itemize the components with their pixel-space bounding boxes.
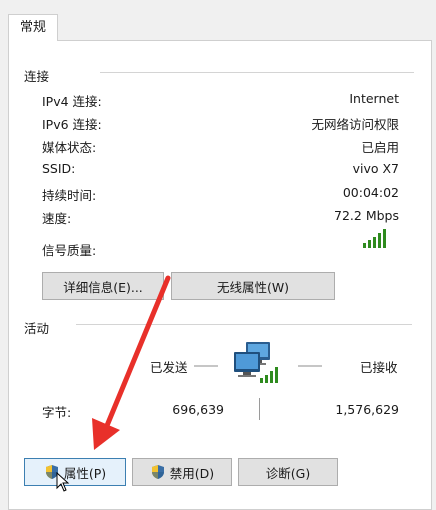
disable-button-label: 禁用(D) bbox=[169, 465, 215, 481]
wireless-properties-button-label: 无线属性(W) bbox=[216, 279, 290, 295]
ipv4-value: Internet bbox=[349, 91, 399, 106]
received-label: 已接收 bbox=[360, 360, 398, 375]
disable-button[interactable]: 禁用(D) bbox=[132, 458, 232, 486]
speed-label: 速度: bbox=[42, 211, 72, 226]
properties-button-label: 属性(P) bbox=[63, 465, 107, 481]
duration-value: 00:04:02 bbox=[342, 185, 399, 200]
details-button[interactable]: 详细信息(E)... bbox=[42, 272, 164, 300]
activity-group-line bbox=[76, 324, 412, 325]
signal-strength-icon bbox=[363, 229, 386, 248]
signal-quality-label: 信号质量: bbox=[42, 243, 97, 258]
details-button-label: 详细信息(E)... bbox=[63, 279, 143, 295]
tab-general[interactable]: 常规 bbox=[8, 14, 58, 41]
bytes-sent-value: 696,639 bbox=[172, 402, 224, 417]
ipv6-label: IPv6 连接: bbox=[42, 117, 102, 132]
ssid-value: vivo X7 bbox=[352, 161, 399, 176]
wifi-status-dialog: 常规 连接 IPv4 连接: Internet IPv6 连接: 无网络访问权限… bbox=[0, 0, 436, 510]
ssid-label: SSID: bbox=[42, 161, 76, 176]
properties-button[interactable]: 属性(P) bbox=[24, 458, 126, 486]
network-computers-icon bbox=[234, 342, 278, 383]
connection-group-title: 连接 bbox=[24, 69, 50, 84]
sent-connector-line bbox=[194, 365, 218, 367]
media-state-label: 媒体状态: bbox=[42, 140, 97, 155]
ipv6-value: 无网络访问权限 bbox=[311, 117, 399, 132]
media-state-value: 已启用 bbox=[361, 140, 399, 155]
tab-general-label: 常规 bbox=[19, 20, 46, 35]
wireless-properties-button[interactable]: 无线属性(W) bbox=[171, 272, 335, 300]
sent-label: 已发送 bbox=[150, 360, 188, 375]
diagnose-button-label: 诊断(G) bbox=[265, 465, 311, 481]
uac-shield-icon bbox=[151, 465, 164, 479]
diagnose-button[interactable]: 诊断(G) bbox=[238, 458, 338, 486]
activity-group-title: 活动 bbox=[24, 321, 50, 336]
received-connector-line bbox=[298, 365, 322, 367]
bytes-label: 字节: bbox=[42, 405, 72, 420]
speed-value: 72.2 Mbps bbox=[334, 208, 399, 223]
bytes-divider bbox=[259, 398, 260, 420]
mouse-cursor-icon bbox=[56, 472, 70, 492]
connection-group-line bbox=[100, 72, 414, 73]
duration-label: 持续时间: bbox=[42, 188, 97, 203]
ipv4-label: IPv4 连接: bbox=[42, 94, 102, 109]
bytes-received-value: 1,576,629 bbox=[335, 402, 399, 417]
